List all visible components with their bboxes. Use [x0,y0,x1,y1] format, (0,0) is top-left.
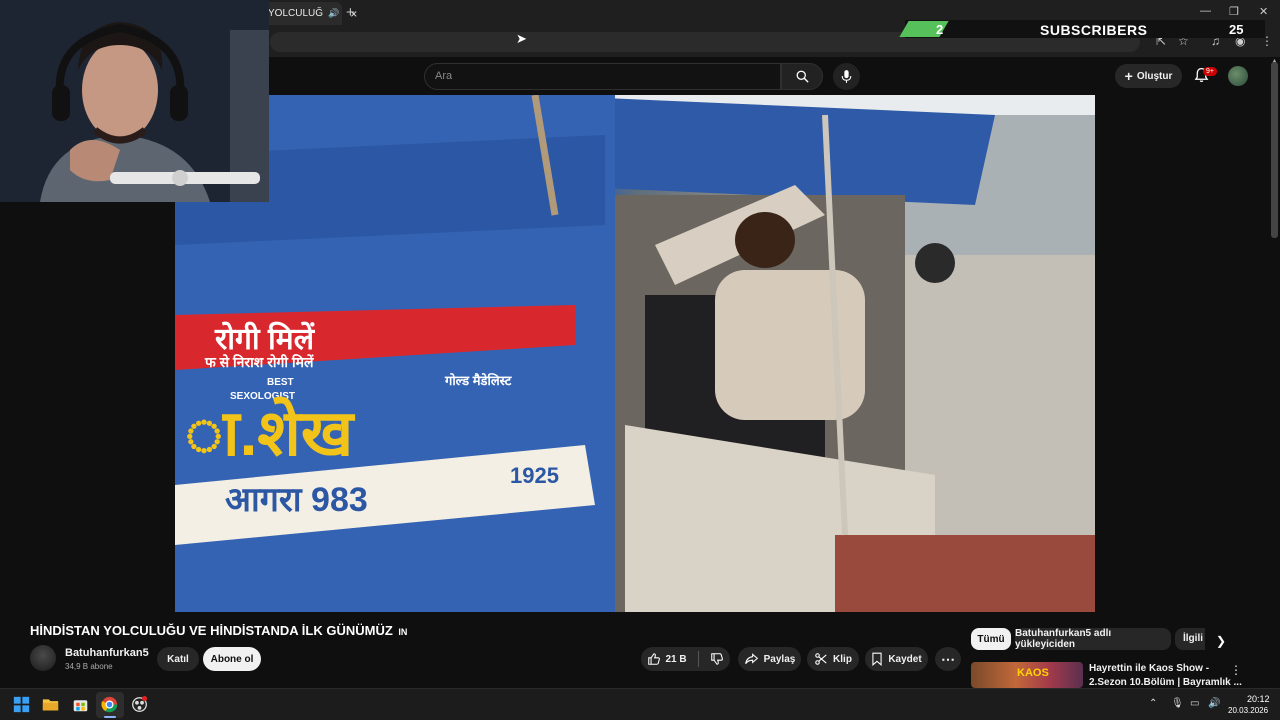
new-tab-button[interactable]: + [346,4,355,21]
sign-line-1: रोगी मिलें [215,323,315,356]
like-button[interactable]: 21 B [647,652,687,666]
thumbnail-text: KAOS [1017,667,1049,679]
browser-tab[interactable]: YOLCULUĞ 🔊 × [262,2,357,25]
clip-button[interactable]: Klip [807,647,859,671]
channel-name[interactable]: Batuhanfurkan5 [65,647,149,659]
save-button[interactable]: Kaydet [865,647,928,671]
subscriber-count: 2 [936,22,944,37]
create-label: Oluştur [1136,70,1173,82]
tab-title: YOLCULUĞ [268,8,324,19]
scissors-icon [815,653,827,665]
thumbs-up-icon [648,653,661,665]
recommended-title-line-2[interactable]: 2.Sezon 10.Bölüm | Bayramlık ... [1089,677,1242,688]
video-title-suffix: IN [398,627,408,637]
streamer-webcam-image [0,0,269,202]
tray-chevron-icon[interactable]: ⌃ [1149,698,1157,709]
microphone-tray-icon[interactable]: 🎙 [1171,698,1184,709]
more-actions-button[interactable]: ⋯ [935,647,961,671]
windows-taskbar [0,688,1280,720]
voice-search-button[interactable] [833,63,860,90]
plus-icon: + [1124,68,1133,84]
windows-start-icon[interactable] [13,696,30,713]
recommended-thumbnail[interactable]: KAOS [971,662,1083,688]
recommended-title-line-1[interactable]: Hayrettin ile Kaos Show - [1089,663,1209,674]
create-button[interactable]: + Oluştur [1115,64,1182,88]
file-explorer-icon[interactable] [42,696,59,713]
subscriber-goal: 25 [1229,22,1244,37]
share-button[interactable]: Paylaş [738,647,801,671]
mouse-cursor-icon: ➤ [516,31,527,46]
chip-uploader[interactable]: Batuhanfurkan5 adlı yükleyiciden [1015,628,1171,650]
close-window-icon[interactable]: ✕ [1259,5,1268,18]
video-player[interactable]: रोगी मिलें फ से निराश रोगी मिलें BEST SE… [175,95,1095,612]
notification-badge: 9+ [1203,67,1217,76]
join-button[interactable]: Katıl [157,647,199,671]
like-count: 21 B [665,653,687,665]
store-icon[interactable] [72,696,89,713]
audio-icon[interactable]: 🔊 [328,8,339,19]
share-icon [744,653,758,664]
webcam-overlay [0,0,269,202]
sign-line-2: फ से निराश रोगी मिलें [205,354,314,370]
search-input[interactable]: Ara [424,63,781,90]
bookmark-icon [872,652,882,666]
sign-phone: 1925 [510,463,559,488]
share-label: Paylaş [763,653,796,665]
subscriber-label: SUBSCRIBERS [1040,22,1148,38]
thumbs-down-icon[interactable] [710,652,724,666]
account-avatar[interactable] [1228,66,1248,86]
page-scrollbar[interactable] [1271,62,1278,238]
sign-city: आगरा 983 [225,481,368,519]
active-app-indicator [104,716,116,718]
microphone-icon [841,70,852,83]
kebab-menu-icon[interactable]: ⋮ [1230,663,1242,677]
search-button[interactable] [781,63,823,90]
like-dislike-group: 21 B [641,647,730,671]
save-label: Kaydet [888,653,922,665]
chevron-right-icon[interactable]: ❯ [1216,634,1226,648]
video-title-text: HİNDİSTAN YOLCULUĞU VE HİNDİSTANDA İLK G… [30,623,393,638]
obs-icon[interactable] [131,696,148,713]
subscribe-button[interactable]: Abone ol [203,647,261,671]
minimize-icon[interactable]: — [1200,5,1211,17]
channel-avatar[interactable] [30,645,56,671]
chip-related[interactable]: İlgili [1175,628,1205,650]
volume-tray-icon[interactable]: 🔊 [1208,698,1220,709]
more-horizontal-icon: ⋯ [941,650,955,667]
like-divider [697,651,699,667]
display-tray-icon[interactable]: ▭ [1190,698,1199,709]
video-title: HİNDİSTAN YOLCULUĞU VE HİNDİSTANDA İLK G… [30,623,407,638]
chrome-icon[interactable] [101,696,118,713]
taskbar-clock[interactable]: 20:12 [1247,694,1270,704]
channel-subscriber-count: 34,9 B abone [65,662,113,671]
chip-all[interactable]: Tümü [971,628,1011,650]
clip-label: Klip [833,653,852,665]
sign-name: ा.शेख [185,397,354,469]
search-icon [796,70,809,83]
taskbar-date[interactable]: 20.03.2026 [1228,706,1268,715]
sign-gold: गोल्ड मैडेलिस्ट [445,373,512,388]
restore-icon[interactable]: ❐ [1229,5,1239,18]
